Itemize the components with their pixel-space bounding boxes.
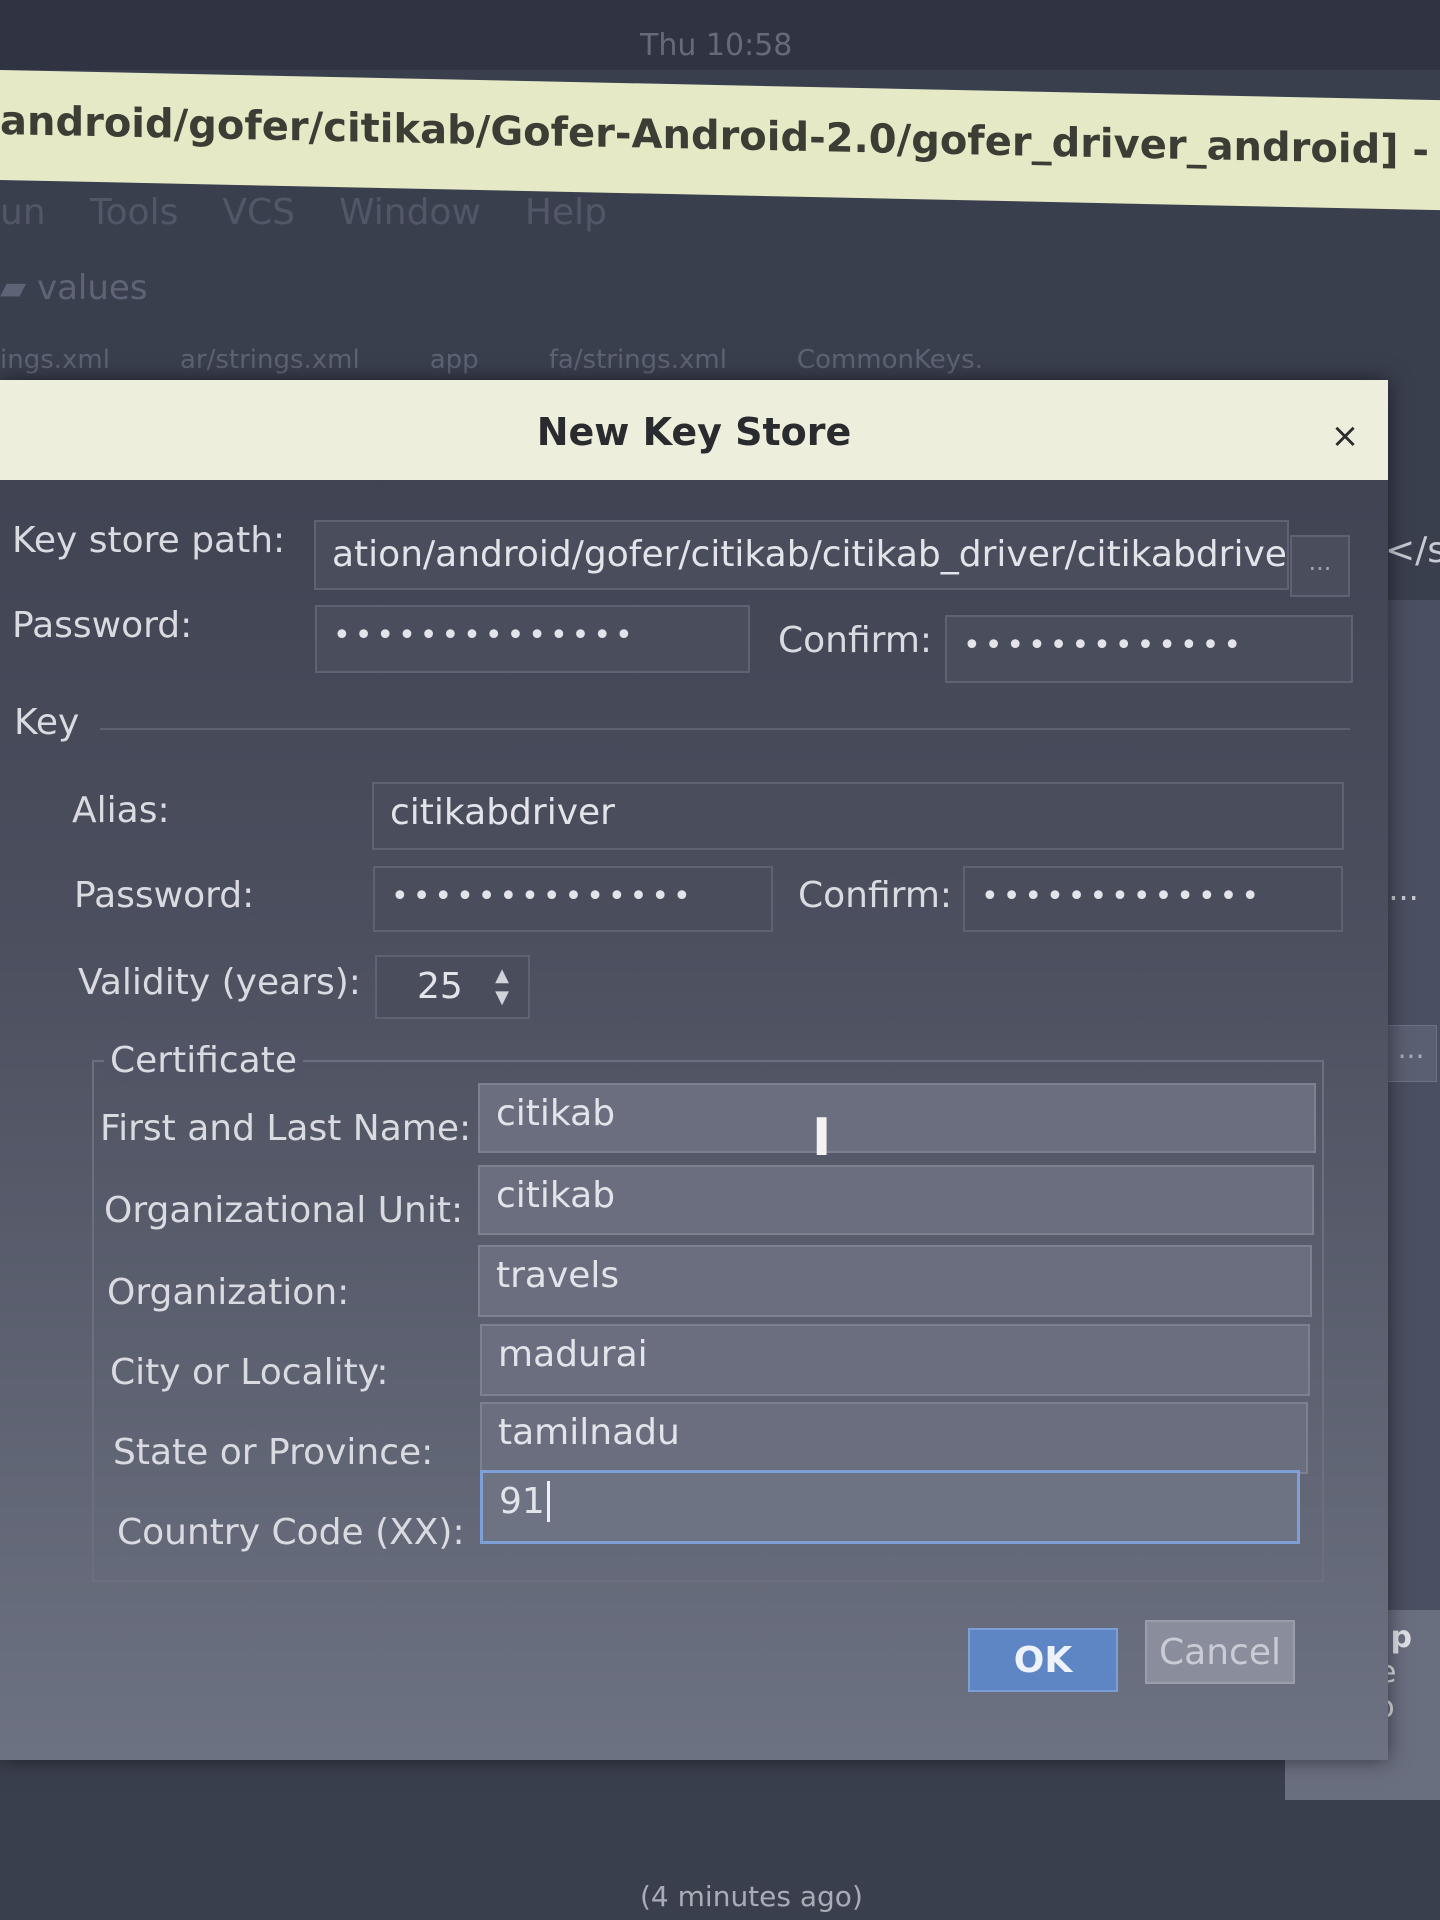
tab-fa-strings[interactable]: fa/strings.xml: [549, 345, 727, 375]
menu-item-help[interactable]: Help: [525, 192, 607, 233]
validity-stepper[interactable]: 25 ▲ ▼: [375, 955, 530, 1019]
ide-window-title: android/gofer/citikab/Gofer-Android-2.0/…: [0, 98, 1440, 181]
tab-app[interactable]: app: [430, 345, 479, 375]
key-section-divider: [100, 728, 1350, 730]
cancel-button[interactable]: Cancel: [1145, 1620, 1295, 1684]
text-cursor-icon: I: [812, 1108, 832, 1168]
city-locality-input[interactable]: madurai: [480, 1324, 1310, 1396]
tab-common-keys[interactable]: CommonKeys.: [797, 345, 983, 375]
keystore-password-label: Password:: [12, 605, 193, 646]
close-icon[interactable]: ×: [1325, 416, 1365, 456]
key-password-input[interactable]: ••••••••••••••: [373, 866, 773, 932]
key-confirm-input[interactable]: •••••••••••••: [963, 866, 1343, 932]
dialog-header: New Key Store ×: [0, 380, 1388, 480]
browse-button[interactable]: ...: [1290, 535, 1350, 597]
tab-strings[interactable]: ings.xml: [0, 345, 110, 375]
spinner-arrows-icon[interactable]: ▲ ▼: [487, 965, 517, 1009]
text-caret: [546, 1481, 550, 1522]
clock: Thu 10:58: [640, 28, 793, 63]
background-browse-button[interactable]: ...: [1385, 1025, 1437, 1082]
organizational-unit-input[interactable]: citikab: [478, 1165, 1314, 1235]
first-last-name-label: First and Last Name:: [100, 1108, 472, 1149]
country-code-value: 91: [499, 1481, 545, 1522]
menu-item-tools[interactable]: Tools: [90, 192, 179, 233]
certificate-section-label: Certificate: [104, 1040, 303, 1081]
keystore-password-input[interactable]: ••••••••••••••: [315, 605, 750, 673]
menu-item-vcs[interactable]: VCS: [222, 192, 295, 233]
breadcrumb-values: values: [36, 268, 148, 308]
key-section-label: Key: [14, 702, 80, 743]
background-path-fragment: </s: [1385, 530, 1440, 571]
country-code-input[interactable]: 91: [480, 1470, 1300, 1544]
ide-menu-bar: un Tools VCS Window Help: [0, 192, 607, 233]
editor-tabs: ings.xml ar/strings.xml app fa/strings.x…: [0, 345, 1440, 375]
tab-ar-strings[interactable]: ar/strings.xml: [180, 345, 360, 375]
organizational-unit-label: Organizational Unit:: [104, 1190, 464, 1231]
first-last-name-input[interactable]: citikab: [478, 1083, 1316, 1153]
state-province-label: State or Province:: [113, 1432, 434, 1473]
status-bar-text: (4 minutes ago): [640, 1880, 863, 1913]
breadcrumb[interactable]: ▰ values: [0, 268, 148, 308]
menu-item-window[interactable]: Window: [339, 192, 481, 233]
keystore-path-label: Key store path:: [12, 520, 286, 561]
key-password-label: Password:: [74, 875, 255, 916]
state-province-input[interactable]: tamilnadu: [480, 1402, 1308, 1474]
key-confirm-label: Confirm:: [798, 875, 953, 916]
alias-label: Alias:: [72, 790, 170, 831]
validity-label: Validity (years):: [78, 962, 361, 1003]
folder-icon: ▰: [0, 268, 37, 308]
validity-value: 25: [417, 966, 463, 1007]
organization-input[interactable]: travels: [478, 1245, 1312, 1317]
keystore-confirm-input[interactable]: •••••••••••••: [945, 615, 1353, 683]
dialog-title: New Key Store: [536, 410, 852, 454]
city-locality-label: City or Locality:: [110, 1352, 389, 1393]
ide-title-bar: android/gofer/citikab/Gofer-Android-2.0/…: [0, 70, 1440, 211]
ok-button[interactable]: OK: [968, 1628, 1118, 1692]
top-bar: Thu 10:58: [0, 0, 1440, 70]
organization-label: Organization:: [107, 1272, 350, 1313]
menu-item-run[interactable]: un: [0, 192, 46, 233]
keystore-confirm-label: Confirm:: [778, 620, 933, 661]
keystore-path-input[interactable]: ation/android/gofer/citikab/citikab_driv…: [314, 520, 1289, 590]
country-code-label: Country Code (XX):: [117, 1512, 465, 1553]
alias-input[interactable]: citikabdriver: [372, 782, 1344, 850]
